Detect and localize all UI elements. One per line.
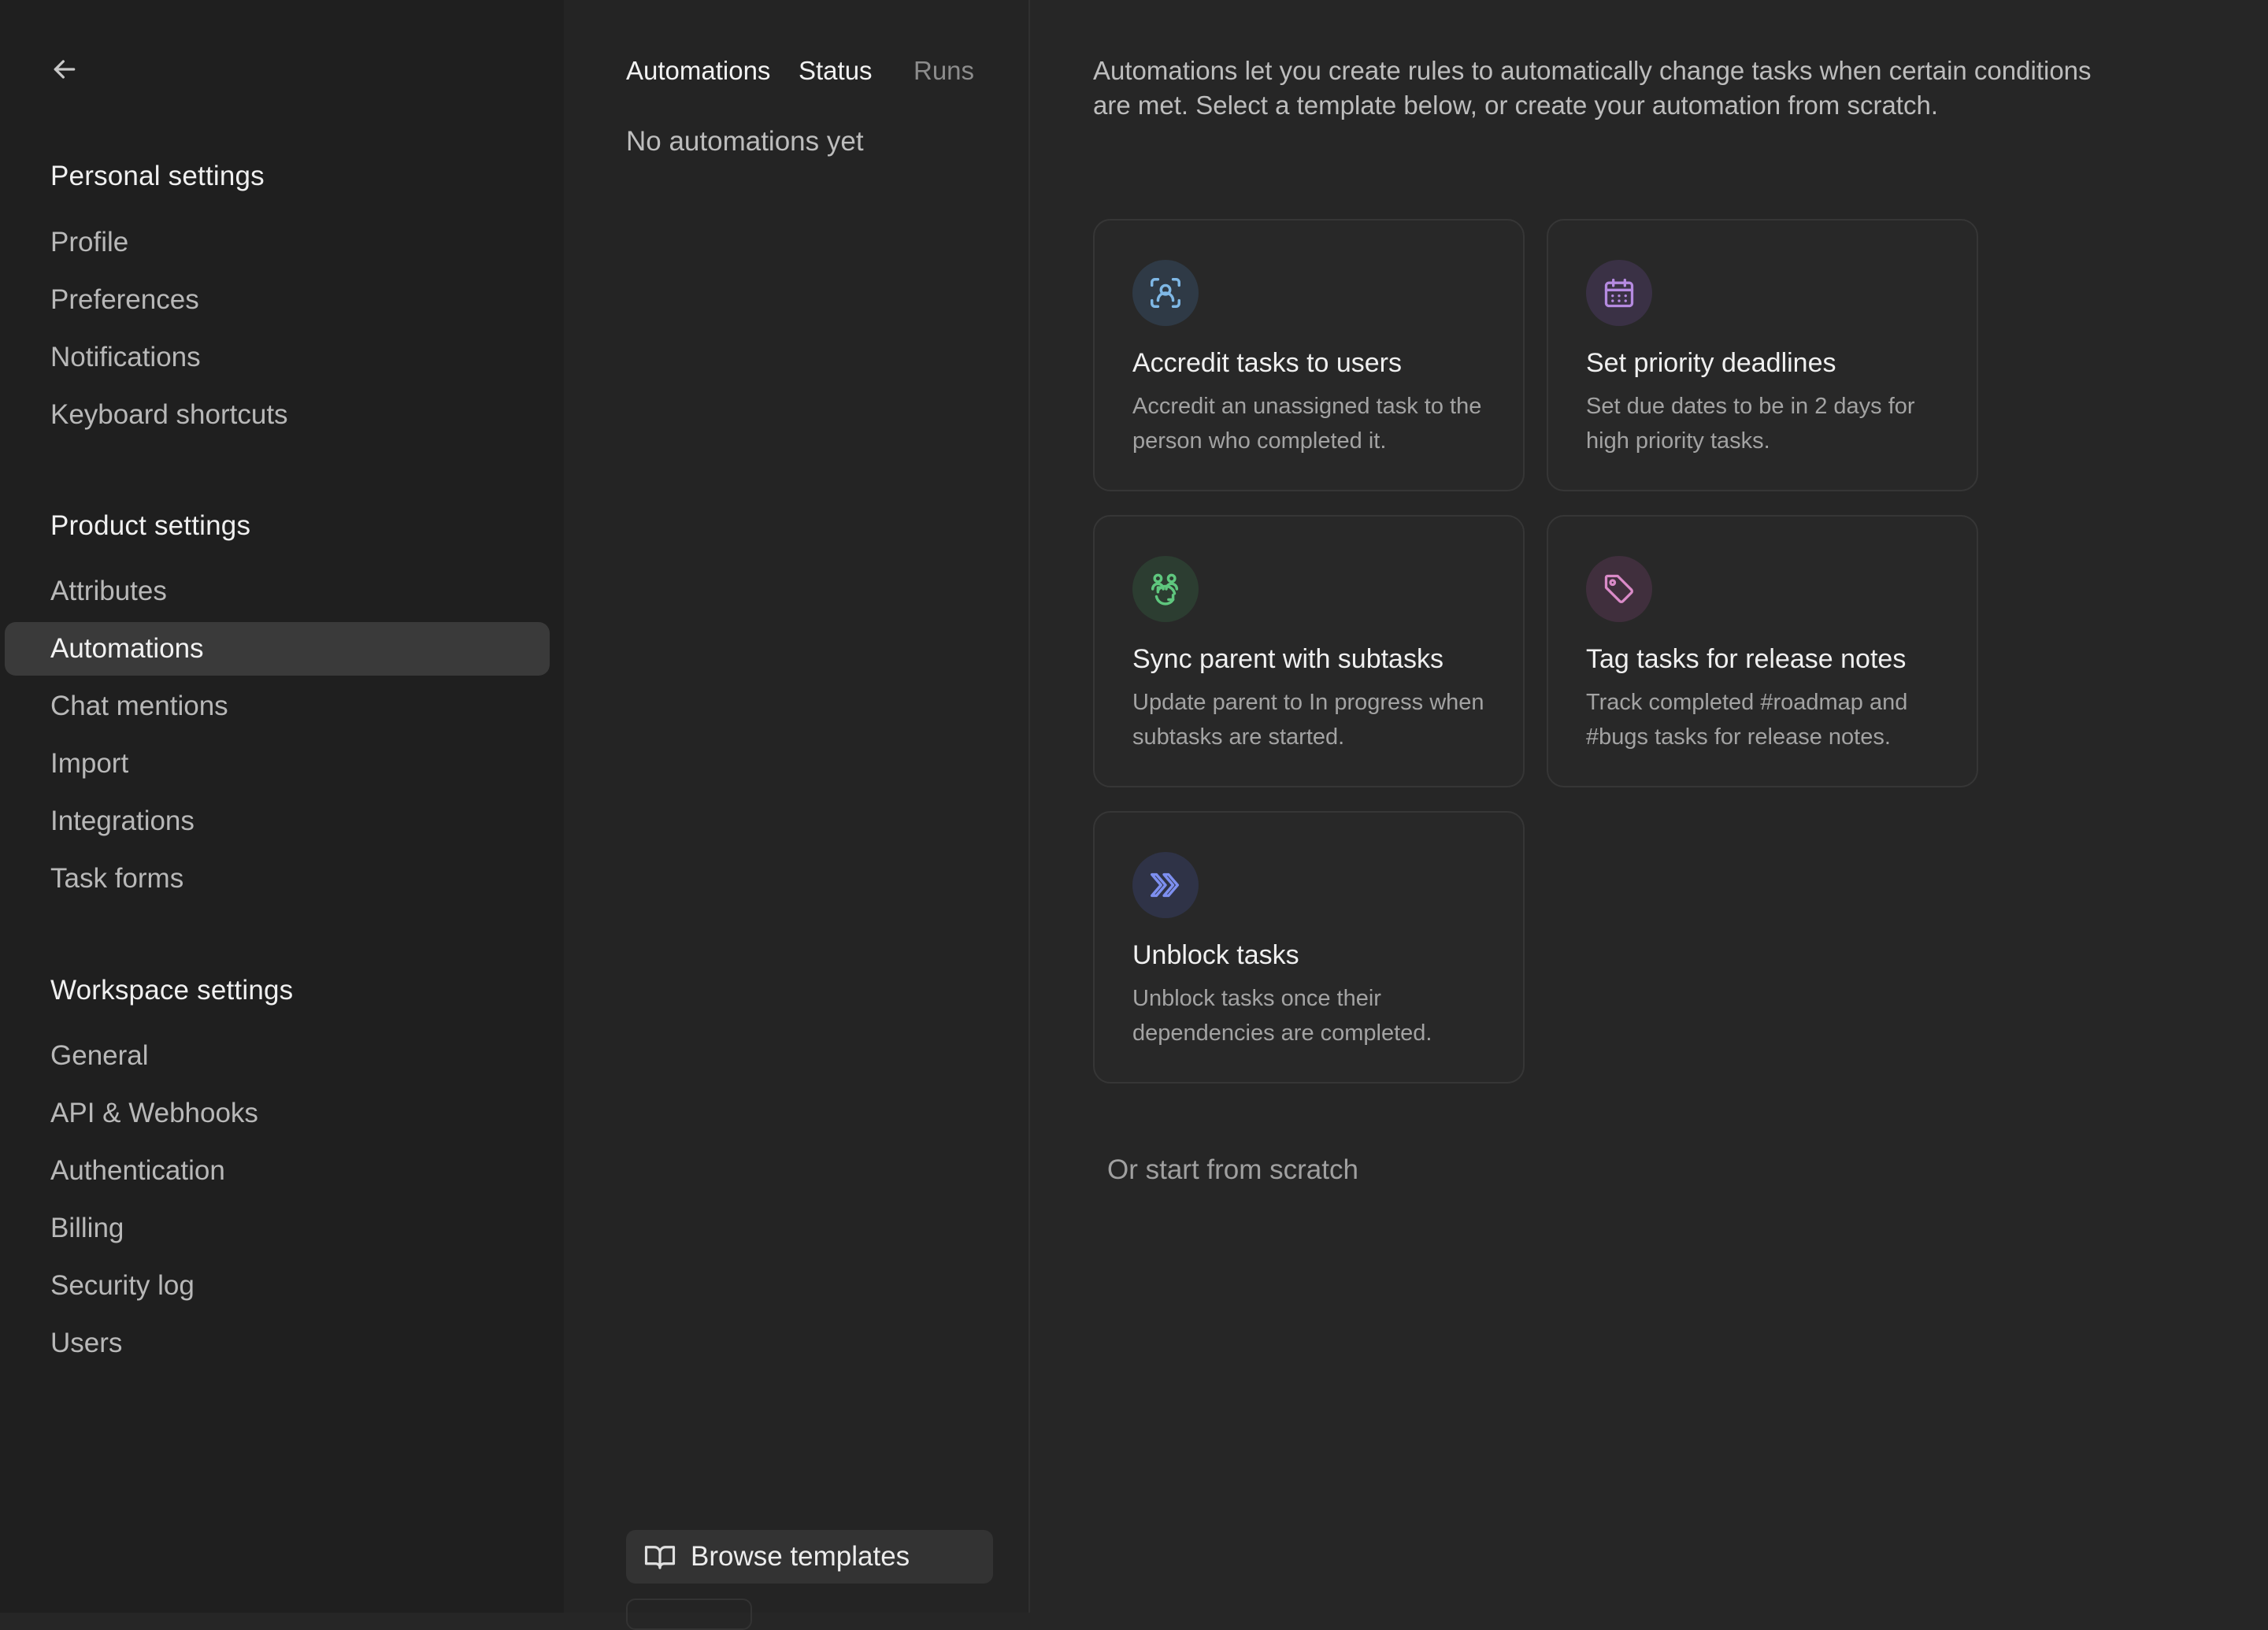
template-description: Accredit an unassigned task to the perso… [1132,394,1482,454]
sidebar-item-preferences[interactable]: Preferences [5,273,550,327]
sidebar-item-import[interactable]: Import [5,737,550,791]
template-title: Accredit tasks to users [1132,348,1403,378]
calendar-icon [1586,260,1652,326]
sidebar-item-api-webhooks[interactable]: API & Webhooks [5,1087,550,1140]
template-title: Tag tasks for release notes [1586,644,1907,674]
sidebar-item-authentication[interactable]: Authentication [5,1144,550,1198]
template-card-sync-parent[interactable]: Sync parent with subtasks Update parent … [1093,515,1525,787]
template-description: Track completed #roadmap and #bugs tasks… [1586,690,1908,750]
product-settings-heading: Product settings [50,510,251,541]
start-from-scratch-link[interactable]: Or start from scratch [1107,1154,1358,1186]
column-header-automations[interactable]: Automations [626,55,770,87]
browse-templates-button[interactable]: Browse templates [626,1530,993,1584]
sidebar-item-notifications[interactable]: Notifications [5,331,550,384]
template-description: Update parent to In progress when subtas… [1132,690,1484,750]
users-sync-icon [1132,556,1199,622]
sidebar-item-attributes[interactable]: Attributes [5,565,550,618]
automations-intro-text: Automations let you create rules to auto… [1093,56,2092,120]
sidebar-item-keyboard-shortcuts[interactable]: Keyboard shortcuts [5,388,550,442]
template-card-priority-deadlines[interactable]: Set priority deadlines Set due dates to … [1547,219,1978,491]
sidebar-item-automations[interactable]: Automations [5,622,550,676]
sidebar-item-integrations[interactable]: Integrations [5,795,550,848]
template-title: Sync parent with subtasks [1132,644,1443,674]
template-card-tag-release-notes[interactable]: Tag tasks for release notes Track comple… [1547,515,1978,787]
empty-state-text: No automations yet [626,126,864,157]
user-scan-icon [1132,260,1199,326]
sidebar-item-chat-mentions[interactable]: Chat mentions [5,680,550,733]
arrow-left-icon [54,60,76,79]
secondary-button[interactable] [626,1599,752,1630]
template-description: Set due dates to be in 2 days for high p… [1586,394,1915,454]
tag-icon [1586,556,1652,622]
sidebar-item-users[interactable]: Users [5,1317,550,1370]
double-chevron-right-icon [1132,852,1199,918]
template-title: Unblock tasks [1132,940,1299,970]
automations-list-pane: Automations Status Runs No automations y… [564,0,1030,1630]
sidebar-item-security-log[interactable]: Security log [5,1259,550,1313]
automation-templates-pane: Automations let you create rules to auto… [1032,0,2268,1613]
column-header-status[interactable]: Status [799,55,873,87]
sidebar-item-profile[interactable]: Profile [5,216,550,269]
template-card-unblock-tasks[interactable]: Unblock tasks Unblock tasks once their d… [1093,811,1525,1084]
sidebar-item-task-forms[interactable]: Task forms [5,852,550,906]
back-button[interactable] [41,46,88,93]
sidebar-item-billing[interactable]: Billing [5,1202,550,1255]
template-card-accredit-tasks[interactable]: Accredit tasks to users Accredit an unas… [1093,219,1525,491]
browse-templates-label: Browse templates [691,1541,910,1572]
template-description: Unblock tasks once their dependencies ar… [1132,986,1432,1046]
sidebar-item-general[interactable]: General [5,1029,550,1083]
workspace-settings-heading: Workspace settings [50,975,294,1006]
column-header-runs[interactable]: Runs [914,55,974,87]
book-open-icon [643,1540,676,1573]
settings-sidebar: Personal settings Profile Preferences No… [0,0,564,1613]
template-title: Set priority deadlines [1586,348,1836,378]
personal-settings-heading: Personal settings [50,161,265,191]
